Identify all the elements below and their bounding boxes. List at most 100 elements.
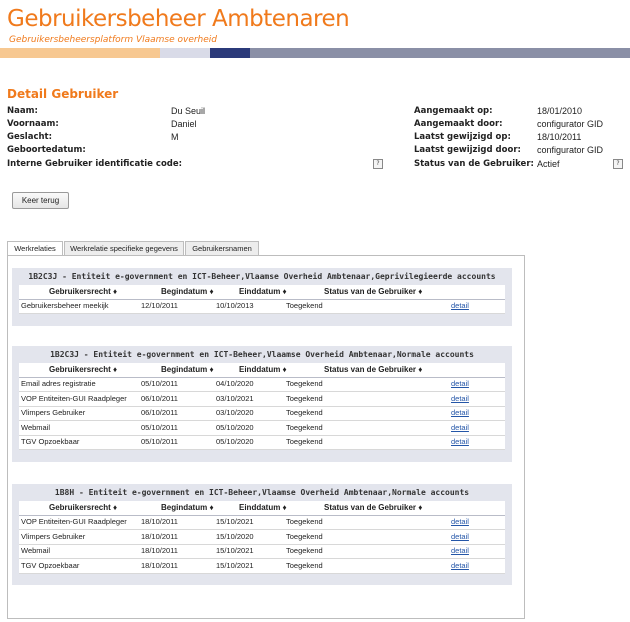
banner-stripe	[0, 48, 160, 58]
table-row: VOP Entiteiten-GUI Raadpleger 06/10/2011 0…	[19, 392, 505, 407]
column-einddatum-header[interactable]: Einddatum ♦	[239, 285, 287, 299]
label-geslacht: Geslacht:	[7, 132, 53, 142]
label-laatst-gewijzigd-door: Laatst gewijzigd door:	[414, 145, 521, 155]
banner-stripe	[210, 48, 250, 58]
cell-status: Toegekend	[286, 301, 323, 310]
cell-status: Toegekend	[286, 517, 323, 526]
cell-begindatum: 18/10/2011	[141, 546, 178, 555]
value-laatst-gewijzigd-door: configurator GID	[537, 145, 604, 155]
app-title: Gebruikersbeheer Ambtenaren	[7, 6, 350, 32]
column-gebruikersrecht-header[interactable]: Gebruikersrecht ♦	[49, 501, 117, 515]
value-aangemaakt-op: 18/01/2010	[537, 106, 583, 116]
cell-begindatum: 12/10/2011	[141, 301, 178, 310]
column-einddatum-header[interactable]: Einddatum ♦	[239, 501, 287, 515]
table-row: VOP Entiteiten-GUI Raadpleger 18/10/2011 1…	[19, 515, 505, 530]
cell-gebruikersrecht: Email adres registratie	[21, 379, 96, 388]
header-banner: Gebruikersbeheer Ambtenaren Gebruikersbe…	[0, 0, 630, 58]
cell-einddatum: 03/10/2021	[216, 393, 254, 403]
column-einddatum-header[interactable]: Einddatum ♦	[239, 363, 287, 377]
detail-link[interactable]: detail	[451, 406, 469, 420]
column-gebruikersrecht-header[interactable]: Gebruikersrecht ♦	[49, 285, 117, 299]
value-naam: Du Seuil	[171, 106, 206, 116]
label-status-gebruiker: Status van de Gebruiker:	[414, 159, 534, 169]
cell-gebruikersrecht: Webmail	[21, 422, 51, 432]
cell-status: Toegekend	[286, 546, 323, 555]
table-row: Webmail 05/10/2011 05/10/2020 Toegekend deta…	[19, 421, 505, 436]
cell-gebruikersrecht: TGV Opzoekbaar	[21, 560, 80, 570]
label-voornaam: Voornaam:	[7, 119, 59, 129]
cell-status: Toegekend	[286, 531, 323, 541]
group-title: 1B8H - Entiteit e-government en ICT-Behe…	[54, 488, 470, 497]
cell-begindatum: 05/10/2011	[141, 379, 178, 388]
cell-status: Toegekend	[286, 379, 323, 388]
detail-link[interactable]: detail	[451, 392, 469, 406]
table-row: Email adres registratie 05/10/2011 04/10/2…	[19, 377, 505, 392]
column-status-header[interactable]: Status van de Gebruiker ♦	[324, 285, 422, 299]
group-title: 1B2C3J - Entiteit e-government en ICT-Be…	[28, 272, 496, 281]
table-row: Webmail 18/10/2011 15/10/2021 Toegekend deta…	[19, 544, 505, 559]
label-aangemaakt-door: Aangemaakt door:	[414, 119, 503, 129]
cell-einddatum: 15/10/2021	[216, 546, 254, 555]
back-button[interactable]: Keer terug	[12, 192, 69, 209]
cell-einddatum: 10/10/2013	[216, 301, 254, 310]
column-begindatum-header[interactable]: Begindatum ♦	[161, 363, 214, 377]
help-icon[interactable]: ?	[373, 159, 383, 169]
detail-link[interactable]: detail	[451, 421, 469, 435]
app-subtitle: Gebruikersbeheersplatform Vlaamse overhe…	[9, 35, 218, 45]
cell-gebruikersrecht: VOP Entiteiten-GUI Raadpleger	[21, 393, 127, 403]
table-row: Vlimpers Gebruiker 06/10/2011 03/10/2020 To…	[19, 406, 505, 421]
cell-begindatum: 18/10/2011	[141, 531, 178, 541]
cell-begindatum: 05/10/2011	[141, 437, 178, 446]
rights-table: Gebruikersrecht ♦ Begindatum ♦ Einddatum ♦…	[19, 501, 505, 574]
banner-stripe	[250, 48, 630, 58]
cell-status: Toegekend	[286, 408, 323, 417]
cell-einddatum: 05/10/2020	[216, 437, 254, 446]
table-header: Gebruikersrecht ♦ Begindatum ♦ Einddatum ♦…	[19, 285, 505, 300]
label-interne-id: Interne Gebruiker identificatie code:	[7, 159, 183, 169]
rights-table: Gebruikersrecht ♦ Begindatum ♦ Einddatum ♦…	[19, 363, 505, 450]
column-gebruikersrecht-header[interactable]: Gebruikersrecht ♦	[49, 363, 117, 377]
detail-link[interactable]: detail	[451, 544, 469, 558]
cell-status: Toegekend	[286, 437, 323, 446]
cell-einddatum: 03/10/2020	[216, 408, 254, 417]
cell-begindatum: 06/10/2011	[141, 408, 178, 417]
cell-gebruikersrecht: Vlimpers Gebruiker	[21, 408, 86, 417]
table-row: TGV Opzoekbaar 05/10/2011 05/10/2020 Toegek…	[19, 435, 505, 450]
group-title: 1B2C3J - Entiteit e-government en ICT-Be…	[50, 350, 474, 359]
page-title: Detail Gebruiker	[7, 87, 119, 101]
label-aangemaakt-op: Aangemaakt op:	[414, 106, 493, 116]
detail-link[interactable]: detail	[451, 377, 469, 391]
table-row: TGV Opzoekbaar 18/10/2011 15/10/2021 Toegek…	[19, 559, 505, 574]
detail-link[interactable]: detail	[451, 530, 469, 544]
cell-gebruikersrecht: Vlimpers Gebruiker	[21, 531, 86, 541]
value-laatst-gewijzigd-op: 18/10/2011	[537, 132, 582, 142]
cell-einddatum: 04/10/2020	[216, 379, 254, 388]
table-row: Gebruikersbeheer meekijk 12/10/2011 10/10/…	[19, 299, 505, 314]
column-begindatum-header[interactable]: Begindatum ♦	[161, 285, 214, 299]
value-geslacht: M	[171, 132, 179, 142]
detail-link[interactable]: detail	[451, 435, 469, 449]
help-icon[interactable]: ?	[613, 159, 623, 169]
werkrelatie-group: 1B8H - Entiteit e-government en ICT-Behe…	[12, 484, 512, 585]
value-status-gebruiker: Actief	[537, 159, 560, 169]
detail-link[interactable]: detail	[451, 299, 469, 313]
tab-gebruikersnamen[interactable]: Gebruikersnamen	[185, 241, 259, 256]
cell-einddatum: 15/10/2021	[216, 517, 254, 526]
label-geboortedatum: Geboortedatum:	[7, 145, 86, 155]
tab-werkrelatie-specifieke-gegevens[interactable]: Werkrelatie specifieke gegevens	[64, 241, 184, 256]
label-laatst-gewijzigd-op: Laatst gewijzigd op:	[414, 132, 511, 142]
werkrelatie-group: 1B2C3J - Entiteit e-government en ICT-Be…	[12, 268, 512, 326]
cell-gebruikersrecht: VOP Entiteiten-GUI Raadpleger	[21, 517, 127, 526]
column-status-header[interactable]: Status van de Gebruiker ♦	[324, 501, 422, 515]
column-status-header[interactable]: Status van de Gebruiker ♦	[324, 363, 422, 377]
table-header: Gebruikersrecht ♦ Begindatum ♦ Einddatum ♦…	[19, 363, 505, 378]
cell-status: Toegekend	[286, 393, 323, 403]
cell-gebruikersrecht: Gebruikersbeheer meekijk	[21, 301, 109, 310]
detail-link[interactable]: detail	[451, 559, 469, 573]
cell-status: Toegekend	[286, 422, 323, 432]
table-row: Vlimpers Gebruiker 18/10/2011 15/10/2020 To…	[19, 530, 505, 545]
column-begindatum-header[interactable]: Begindatum ♦	[161, 501, 214, 515]
detail-link[interactable]: detail	[451, 515, 469, 529]
value-voornaam: Daniel	[171, 119, 197, 129]
cell-begindatum: 05/10/2011	[141, 422, 178, 432]
